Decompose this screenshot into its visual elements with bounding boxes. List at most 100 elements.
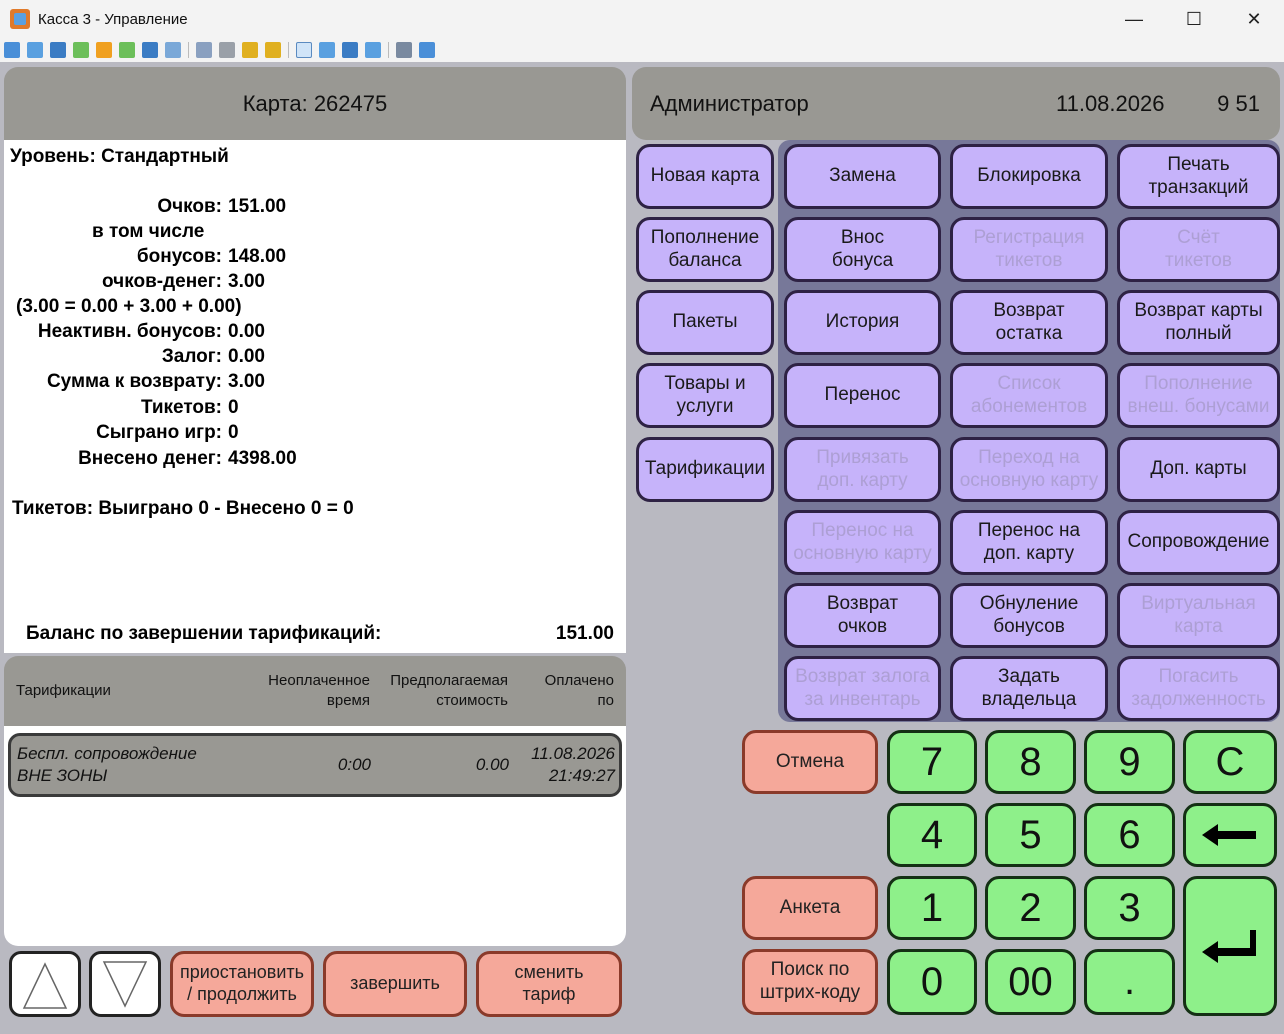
games-value: 0 — [228, 422, 239, 443]
tools-icon[interactable] — [419, 42, 435, 58]
extra-cards-button[interactable]: Доп. карты — [1117, 437, 1280, 502]
key-3[interactable]: 3 — [1084, 876, 1175, 940]
key-1[interactable]: 1 — [887, 876, 977, 940]
card-info-panel: Уровень: Стандартный Очков: 151.00 в том… — [4, 140, 626, 653]
monitor-icon[interactable] — [4, 42, 20, 58]
subscriptions-list-button[interactable]: Список абонементов — [950, 363, 1108, 428]
phone-icon[interactable] — [142, 42, 158, 58]
key-5[interactable]: 5 — [985, 803, 1076, 867]
clock-icon[interactable] — [96, 42, 112, 58]
row-paid-date: 11.08.2026 — [531, 744, 615, 763]
sync-icon[interactable] — [73, 42, 89, 58]
deposit-value: 0.00 — [228, 346, 265, 367]
fullscreen-icon[interactable] — [319, 42, 335, 58]
tariff-table-header: Тарификации Неоплаченное время Предполаг… — [4, 656, 626, 726]
ticket-count-button[interactable]: Счёт тикетов — [1117, 217, 1280, 282]
including-label: в том числе — [92, 221, 205, 242]
key-8[interactable]: 8 — [985, 730, 1076, 794]
table-row[interactable]: Беспл. сопровождение ВНЕ ЗОНЫ 0:00 0.00 … — [8, 733, 622, 797]
app-icon — [10, 9, 30, 29]
key-9[interactable]: 9 — [1084, 730, 1175, 794]
network-icon[interactable] — [219, 42, 235, 58]
balance-value: 151.00 — [555, 623, 614, 644]
return-points-button[interactable]: Возврат очков — [784, 583, 941, 648]
terminal-icon[interactable] — [50, 42, 66, 58]
display-icon[interactable] — [342, 42, 358, 58]
pay-debt-button[interactable]: Погасить задолженность — [1117, 656, 1280, 721]
formula-text: (3.00 = 0.00 + 3.00 + 0.00) — [16, 296, 242, 317]
money-in-value: 4398.00 — [228, 448, 297, 469]
print-transactions-button[interactable]: Печать транзакций — [1117, 144, 1280, 209]
window-icon[interactable] — [27, 42, 43, 58]
transfer-to-extra-card-button[interactable]: Перенос на доп. карту — [950, 510, 1108, 575]
key-dot[interactable]: . — [1084, 949, 1175, 1015]
upload-icon[interactable] — [196, 42, 212, 58]
block-button[interactable]: Блокировка — [950, 144, 1108, 209]
minimize-button[interactable]: — — [1104, 0, 1164, 38]
cancel-button[interactable]: Отмена — [742, 730, 878, 794]
row-name-line2: ВНЕ ЗОНЫ — [17, 766, 108, 785]
transfer-to-main-card-button[interactable]: Перенос на основную карту — [784, 510, 941, 575]
refund-value: 3.00 — [228, 371, 265, 392]
key-clear[interactable]: C — [1183, 730, 1277, 794]
copy-icon[interactable] — [396, 42, 412, 58]
lock-icon[interactable] — [242, 42, 258, 58]
close-button[interactable]: ✕ — [1224, 0, 1284, 38]
app-window: Касса 3 - Управление — ☐ ✕ Карта: 262475… — [0, 0, 1284, 1034]
questionnaire-button[interactable]: Анкета — [742, 876, 878, 940]
maximize-button[interactable]: ☐ — [1164, 0, 1224, 38]
col-unpaid: Неоплаченное время — [268, 672, 370, 709]
finish-button[interactable]: завершить — [323, 951, 467, 1017]
external-bonus-topup-button[interactable]: Пополнение внеш. бонусами — [1117, 363, 1280, 428]
key-6[interactable]: 6 — [1084, 803, 1175, 867]
balance-label: Баланс по завершении тарификаций: — [26, 623, 382, 644]
top-up-balance-button[interactable]: Пополнение баланса — [636, 217, 774, 282]
tariffs-button[interactable]: Тарификации — [636, 437, 774, 502]
replace-button[interactable]: Замена — [784, 144, 941, 209]
chat-icon[interactable] — [165, 42, 181, 58]
toolbar-separator — [388, 42, 389, 58]
goods-services-button[interactable]: Товары и услуги — [636, 363, 774, 428]
pause-resume-button[interactable]: приостановить / продолжить — [170, 951, 314, 1017]
return-balance-button[interactable]: Возврат остатка — [950, 290, 1108, 355]
escort-button[interactable]: Сопровождение — [1117, 510, 1280, 575]
transfer-icon[interactable] — [119, 42, 135, 58]
change-tariff-button[interactable]: сменить тариф — [476, 951, 622, 1017]
reset-bonuses-button[interactable]: Обнуление бонусов — [950, 583, 1108, 648]
virtual-card-button[interactable]: Виртуальная карта — [1117, 583, 1280, 648]
return-card-full-button[interactable]: Возврат карты полный — [1117, 290, 1280, 355]
row-paid-time: 21:49:27 — [548, 766, 615, 785]
points-value: 151.00 — [228, 196, 287, 217]
key-2[interactable]: 2 — [985, 876, 1076, 940]
col-cost-line2: стоимость — [436, 692, 508, 709]
enter-key[interactable] — [1183, 876, 1277, 1016]
key-00[interactable]: 00 — [985, 949, 1076, 1015]
level-label: Уровень: Стандартный — [10, 146, 229, 167]
col-cost: Предполагаемая стоимость — [390, 672, 508, 709]
view-icon[interactable] — [296, 42, 312, 58]
col-unpaid-line1: Неоплаченное — [268, 672, 370, 689]
set-owner-button[interactable]: Задать владельца — [950, 656, 1108, 721]
key-4[interactable]: 4 — [887, 803, 977, 867]
card-header: Карта: 262475 — [4, 67, 626, 140]
return-deposit-button[interactable]: Возврат залога за инвентарь — [784, 656, 941, 721]
scroll-up-button[interactable] — [9, 951, 81, 1017]
backspace-key[interactable] — [1183, 803, 1277, 867]
key-7[interactable]: 7 — [887, 730, 977, 794]
go-to-main-card-button[interactable]: Переход на основную карту — [950, 437, 1108, 502]
deposit-label: Залог: — [161, 346, 222, 367]
register-tickets-button[interactable]: Регистрация тикетов — [950, 217, 1108, 282]
link-extra-card-button[interactable]: Привязать доп. карту — [784, 437, 941, 502]
history-button[interactable]: История — [784, 290, 941, 355]
row-name-line1: Беспл. сопровождение — [17, 744, 197, 763]
key-0[interactable]: 0 — [887, 949, 977, 1015]
col-paid: Оплачено по — [545, 672, 614, 709]
unlock-icon[interactable] — [265, 42, 281, 58]
packages-button[interactable]: Пакеты — [636, 290, 774, 355]
scroll-down-button[interactable] — [89, 951, 161, 1017]
transfer-button[interactable]: Перенос — [784, 363, 941, 428]
add-bonus-button[interactable]: Внос бонуса — [784, 217, 941, 282]
new-card-button[interactable]: Новая карта — [636, 144, 774, 209]
barcode-search-button[interactable]: Поиск по штрих-коду — [742, 949, 878, 1015]
settings-view-icon[interactable] — [365, 42, 381, 58]
